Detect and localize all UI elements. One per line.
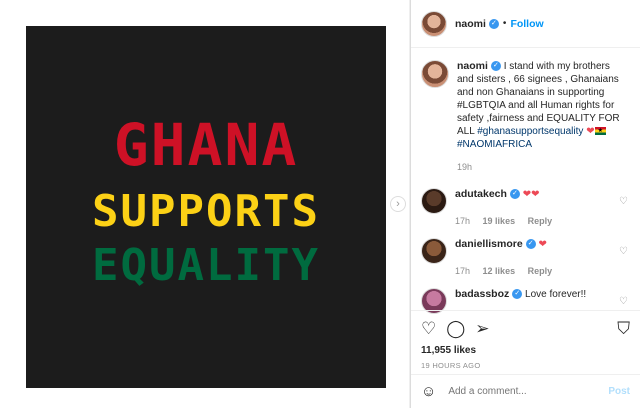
comment-likes[interactable]: 19 likes [483, 216, 516, 226]
post-button[interactable]: Post [608, 386, 630, 397]
reply-button[interactable]: Reply [528, 216, 553, 226]
comment-username[interactable]: daniellismore [455, 238, 523, 250]
post-header: naomi ✓ • Follow [411, 0, 640, 48]
likes-count[interactable]: 11,955 likes [421, 345, 630, 356]
hashtag-link[interactable]: #NAOMIAFRICA [457, 139, 532, 150]
photo-area: GHANA SUPPORTS EQUALITY › [0, 0, 410, 408]
instagram-post: GHANA SUPPORTS EQUALITY › naomi ✓ • Foll… [0, 0, 640, 408]
comment-body: daniellismore ✓ ❤ 17h 12 likes Reply [455, 238, 562, 278]
share-icon[interactable]: ➢ [475, 319, 489, 339]
avatar[interactable] [421, 188, 447, 214]
comment-text: ❤❤ [522, 189, 540, 200]
image-text-ghana: GHANA [113, 111, 299, 179]
post-timestamp: 19 HOURS AGO [421, 361, 481, 370]
ghana-flag-icon [594, 127, 606, 136]
comment-username[interactable]: badassboz [455, 288, 509, 300]
image-text-equality: EQUALITY [92, 240, 320, 291]
avatar[interactable] [421, 10, 447, 37]
like-comment-heart-icon[interactable]: ♡ [619, 246, 628, 257]
bookmark-icon[interactable]: ⛉ [617, 319, 630, 339]
header-username[interactable]: naomi [455, 18, 486, 30]
like-comment-heart-icon[interactable]: ♡ [619, 196, 628, 207]
post-image[interactable]: GHANA SUPPORTS EQUALITY [26, 26, 386, 388]
caption: naomi ✓ I stand with my brothers and sist… [411, 48, 640, 174]
image-text-supports: SUPPORTS [92, 186, 320, 237]
add-comment-bar: ☺ Post [411, 374, 640, 408]
comment-icon[interactable]: ◯ [446, 319, 465, 339]
hashtag-link[interactable]: #ghanasupportsequality [477, 126, 583, 137]
verified-icon: ✓ [512, 289, 523, 300]
verified-icon: ✓ [490, 61, 501, 72]
separator-dot: • [502, 18, 507, 29]
comment-text: ❤ [538, 239, 547, 250]
comment-likes[interactable]: 12 likes [483, 266, 516, 276]
caption-username[interactable]: naomi [457, 60, 488, 72]
action-bar: ♡ ◯ ➢ ⛉ 11,955 likes 19 HOURS AGO [411, 310, 640, 370]
comment-text: Love forever!! [525, 289, 587, 300]
caption-body: naomi ✓ I stand with my brothers and sist… [457, 60, 627, 174]
list-item: adutakech ✓ ❤❤ 17h 19 likes Reply ♡ [411, 188, 640, 228]
post-sidebar: naomi ✓ • Follow naomi ✓ I stand with my … [411, 0, 640, 408]
comment-time: 17h [455, 216, 471, 226]
verified-icon: ✓ [509, 189, 520, 200]
heart-icon[interactable]: ♡ [421, 319, 436, 339]
like-comment-heart-icon[interactable]: ♡ [619, 296, 628, 307]
caption-time: 19h [457, 162, 473, 172]
follow-button[interactable]: Follow [510, 18, 543, 30]
avatar[interactable] [421, 238, 447, 264]
caption-avatar[interactable] [421, 60, 449, 88]
comment-input[interactable] [448, 386, 579, 397]
emoji-icon[interactable]: ☺ [421, 383, 436, 400]
comment-time: 17h [455, 266, 471, 276]
next-arrow-icon[interactable]: › [390, 196, 406, 212]
list-item: daniellismore ✓ ❤ 17h 12 likes Reply ♡ [411, 238, 640, 278]
heart-emoji: ❤ [586, 126, 595, 137]
reply-button[interactable]: Reply [528, 266, 553, 276]
verified-icon: ✓ [488, 18, 499, 29]
comment-body: badassboz ✓ Love forever!! [455, 288, 586, 301]
verified-icon: ✓ [525, 239, 536, 250]
comment-body: adutakech ✓ ❤❤ 17h 19 likes Reply [455, 188, 562, 228]
comment-username[interactable]: adutakech [455, 188, 507, 200]
